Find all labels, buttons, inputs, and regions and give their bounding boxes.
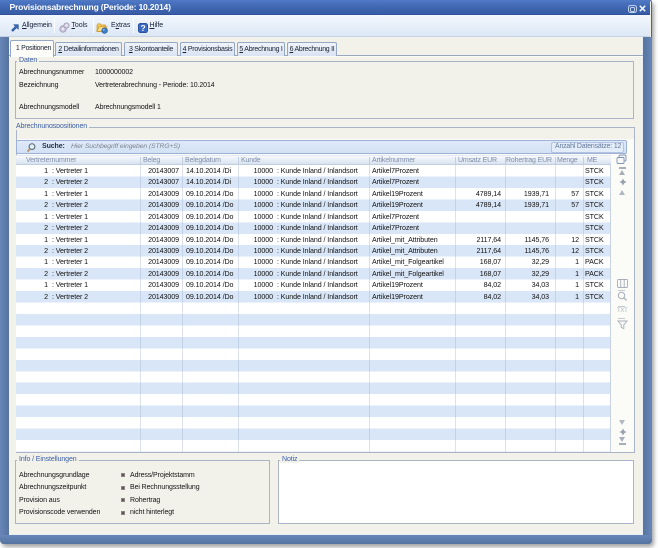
svg-text:?: ?: [140, 23, 145, 33]
